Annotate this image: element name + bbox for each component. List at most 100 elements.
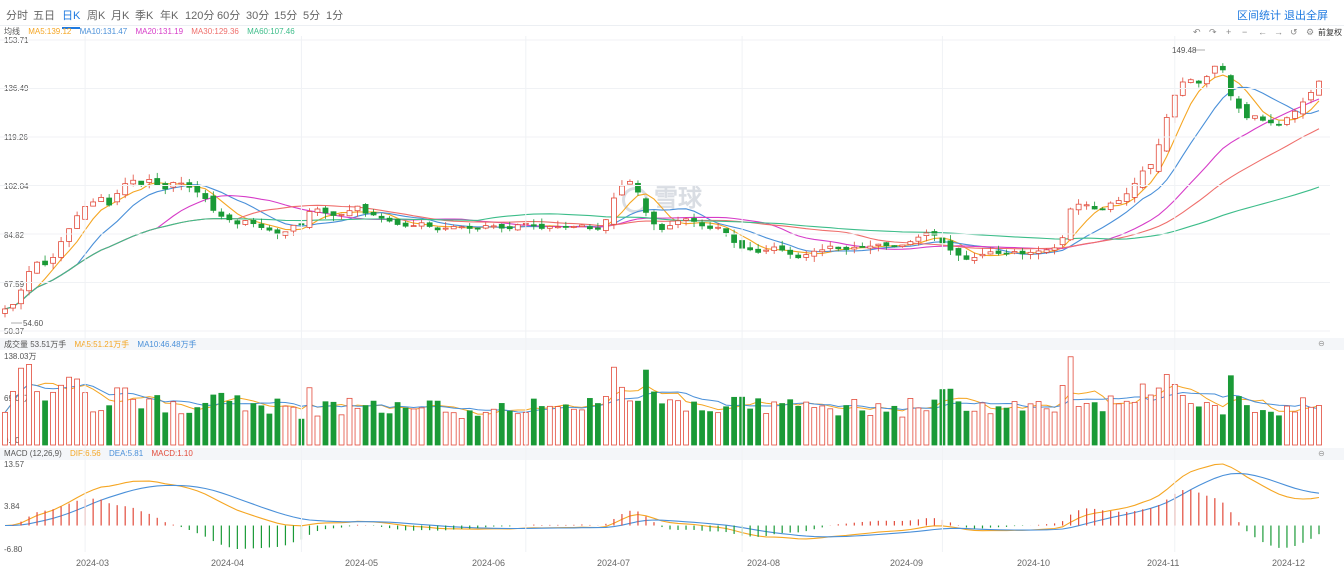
candle-body	[490, 225, 497, 228]
volume-bar	[715, 412, 721, 446]
volume-bar	[843, 405, 850, 446]
volume-bar	[811, 407, 818, 446]
candle-body	[1195, 80, 1202, 84]
candle-body	[779, 245, 786, 251]
candle-body	[883, 242, 890, 247]
volume-bar	[683, 410, 689, 446]
volume-bar	[554, 406, 561, 446]
volume-bar	[651, 391, 657, 446]
candle-body	[1308, 92, 1314, 101]
candle-body	[875, 243, 882, 246]
volume-bar	[1244, 405, 1250, 446]
volume-bar	[1235, 396, 1242, 446]
ma10-line	[4, 86, 1320, 310]
volume-bar	[418, 407, 425, 446]
candle-body	[26, 271, 32, 292]
volume-bar	[1067, 356, 1074, 446]
volume-bar	[322, 401, 329, 446]
kline-chart[interactable]: 149.48 54.60	[0, 0, 1344, 577]
volume-bar	[562, 404, 569, 446]
volume-bar	[867, 415, 874, 446]
volume-bar	[915, 407, 922, 446]
volume-bar	[290, 406, 297, 446]
volume-bar	[1115, 403, 1122, 446]
volume-bar	[154, 395, 161, 446]
candle-body	[346, 210, 353, 217]
candle-body	[98, 197, 105, 202]
candle-body	[899, 244, 906, 247]
candle-body	[402, 222, 409, 227]
volume-bar	[170, 401, 177, 446]
candle-body	[202, 193, 209, 199]
volume-bar	[178, 413, 185, 446]
volume-bar	[34, 391, 40, 446]
volume-bar	[1268, 411, 1274, 446]
candle-body	[314, 208, 321, 213]
volume-bar	[402, 407, 409, 446]
volume-bar	[699, 410, 705, 446]
candle-body	[290, 224, 297, 232]
ma60-line	[4, 186, 1320, 310]
volume-bar	[643, 369, 649, 446]
candle-body	[562, 225, 569, 228]
candle-body	[955, 248, 962, 256]
candle-body	[178, 182, 185, 185]
volume-bar	[1284, 405, 1290, 446]
volume-bar	[306, 387, 313, 446]
volume-bar	[1123, 400, 1130, 446]
volume-bar	[1075, 406, 1082, 446]
candle-body	[1260, 116, 1266, 121]
volume-bar	[883, 411, 890, 446]
candle-body	[66, 228, 72, 242]
volume-bar	[50, 391, 56, 446]
candle-body	[370, 212, 377, 216]
volume-bar	[971, 410, 978, 446]
candle-body	[426, 222, 433, 227]
candle-body	[338, 213, 345, 216]
volume-bar	[587, 398, 593, 446]
candle-body	[619, 185, 625, 196]
volume-bar	[723, 406, 729, 446]
volume-bar	[875, 403, 882, 446]
candle-body	[907, 241, 914, 245]
candle-body	[683, 218, 689, 221]
candle-body	[514, 224, 521, 231]
volume-bar	[1083, 403, 1090, 446]
candle-body	[146, 179, 153, 183]
volume-bar	[226, 400, 233, 446]
volume-bar	[835, 415, 842, 446]
volume-bar	[795, 405, 802, 446]
volume-bar	[1099, 411, 1106, 446]
candle-body	[578, 224, 585, 227]
candle-body	[546, 226, 553, 229]
candle-body	[410, 225, 417, 227]
volume-bar	[354, 407, 361, 446]
candle-body	[771, 246, 778, 251]
high-price-marker: 149.48	[1172, 46, 1197, 55]
candle-body	[274, 229, 281, 235]
volume-bar	[362, 405, 369, 446]
volume-bar	[659, 403, 665, 446]
volume-bar	[394, 402, 401, 446]
candle-body	[450, 226, 457, 230]
candle-body	[1203, 76, 1210, 85]
candle-body	[723, 228, 729, 234]
volume-bar	[442, 411, 449, 446]
volume-bar	[995, 406, 1002, 446]
candle-body	[675, 220, 681, 225]
volume-bar	[186, 412, 193, 446]
volume-bar	[1019, 410, 1026, 446]
candle-body	[1147, 164, 1154, 169]
volume-bar	[1139, 383, 1146, 446]
candle-body	[234, 220, 241, 225]
volume-bar	[603, 396, 609, 446]
candle-body	[1227, 75, 1234, 97]
volume-bar	[210, 394, 217, 446]
volume-bar	[42, 400, 48, 446]
candle-body	[226, 214, 233, 221]
volume-bar	[979, 402, 986, 446]
candle-body	[18, 289, 24, 305]
candle-body	[42, 260, 48, 266]
candle-body	[34, 261, 40, 274]
candle-body	[258, 223, 265, 228]
